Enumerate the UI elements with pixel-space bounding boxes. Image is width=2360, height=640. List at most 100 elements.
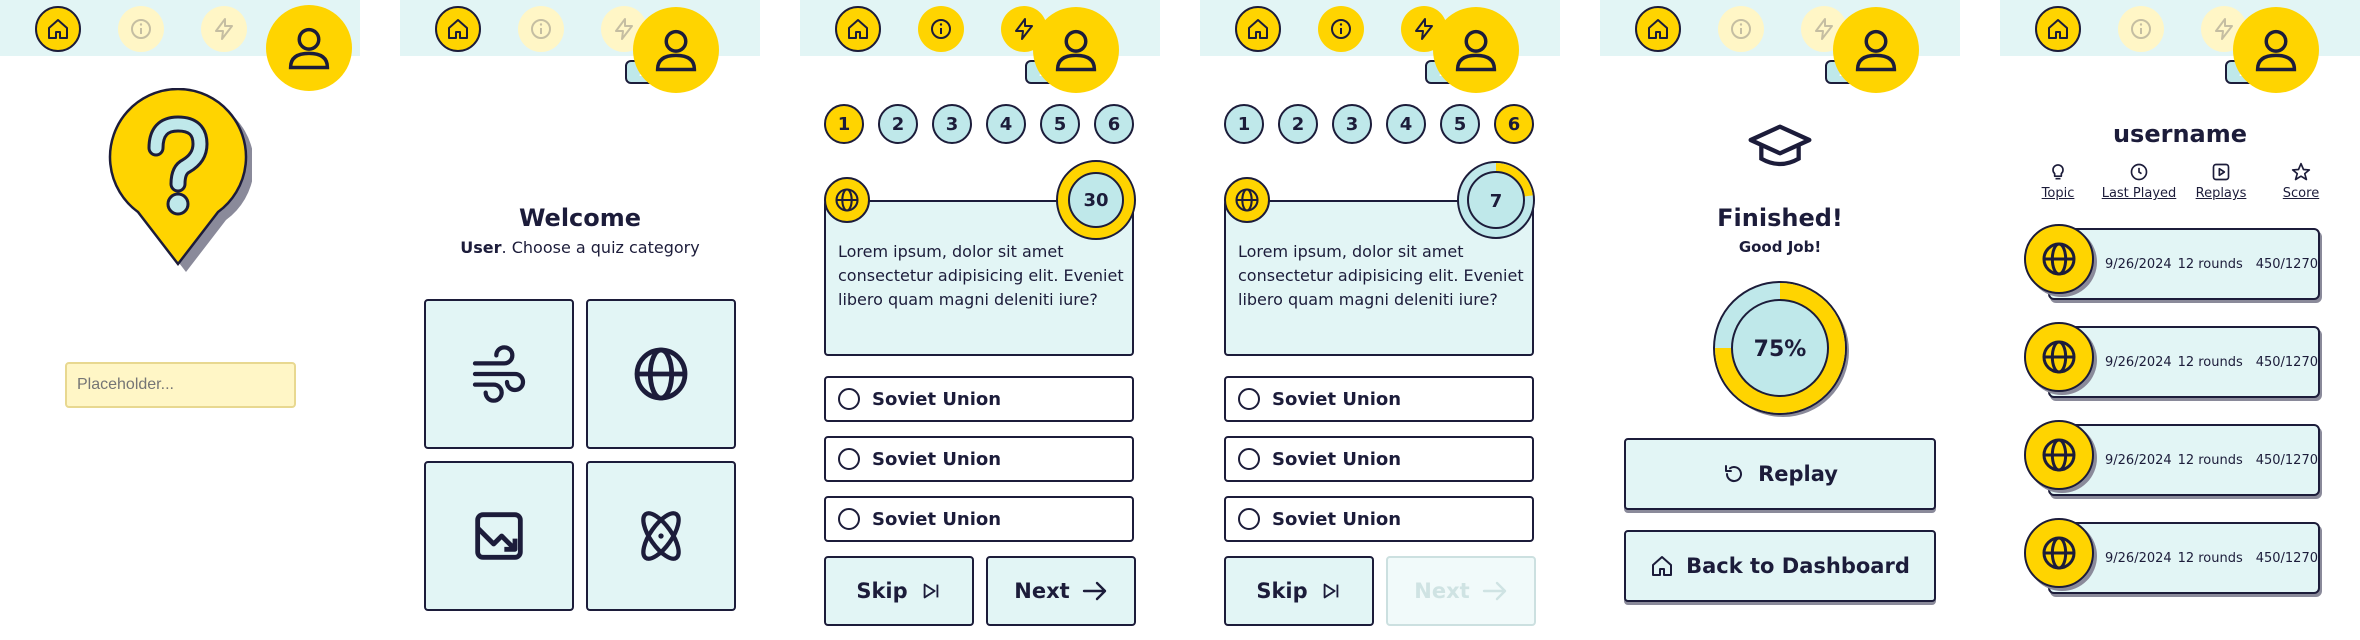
- history-row[interactable]: 9/26/2024 12 rounds 450/1270: [2024, 420, 2320, 498]
- history-topic-badge: [2024, 518, 2094, 588]
- play-square-icon: [2212, 163, 2230, 181]
- next-button-disabled[interactable]: Next: [1386, 556, 1536, 626]
- history-topic-badge: [2024, 420, 2094, 490]
- home-nav-button[interactable]: [1635, 6, 1681, 52]
- profile-avatar-button[interactable]: [1433, 7, 1519, 93]
- profile-avatar-button[interactable]: [266, 5, 352, 91]
- timer: 7: [1457, 161, 1535, 239]
- info-nav-button[interactable]: [118, 6, 164, 52]
- info-nav-button[interactable]: [518, 6, 564, 52]
- skip-label: Skip: [1256, 579, 1308, 603]
- radio-circle[interactable]: [1238, 388, 1260, 410]
- user-icon: [650, 24, 702, 76]
- skip-forward-icon: [1323, 583, 1338, 599]
- answer-option-2[interactable]: Soviet Union: [1224, 436, 1534, 482]
- skip-button[interactable]: Skip: [1224, 556, 1374, 626]
- step-2[interactable]: 2: [1278, 104, 1318, 144]
- answer-option-1[interactable]: Soviet Union: [1224, 376, 1534, 422]
- step-6[interactable]: 6: [1094, 104, 1134, 144]
- lightning-icon: [1012, 17, 1036, 41]
- back-to-dashboard-button[interactable]: Back to Dashboard: [1624, 530, 1936, 602]
- step-4[interactable]: 4: [1386, 104, 1426, 144]
- question-text: Lorem ipsum, dolor sit amet consectetur …: [1238, 242, 1524, 309]
- quiz-nav-button[interactable]: [201, 6, 247, 52]
- radio-circle[interactable]: [1238, 508, 1260, 530]
- timer-value: 7: [1490, 191, 1503, 212]
- profile-username: username: [2112, 120, 2248, 148]
- globe-icon: [2039, 337, 2079, 377]
- option-label: Soviet Union: [872, 448, 1002, 470]
- history-topic-badge: [2024, 224, 2094, 294]
- user-icon: [2250, 24, 2302, 76]
- sort-last-played-button[interactable]: Last Played: [2094, 162, 2184, 201]
- answer-option-3[interactable]: Soviet Union: [824, 496, 1134, 542]
- step-6[interactable]: 6: [1494, 104, 1534, 144]
- name-input[interactable]: [65, 362, 296, 408]
- radio-circle[interactable]: [838, 388, 860, 410]
- history-rounds: 12 rounds: [2177, 256, 2243, 272]
- history-row[interactable]: 9/26/2024 12 rounds 450/1270: [2024, 322, 2320, 400]
- home-nav-button[interactable]: [1235, 6, 1281, 52]
- option-label: Soviet Union: [872, 388, 1002, 410]
- wind-icon: [472, 345, 526, 403]
- radio-circle[interactable]: [1238, 448, 1260, 470]
- sort-topic-button[interactable]: Topic: [2013, 162, 2103, 201]
- answer-option-2[interactable]: Soviet Union: [824, 436, 1134, 482]
- category-wind-tile[interactable]: [424, 299, 574, 449]
- subtitle-text: . Choose a quiz category: [501, 238, 700, 257]
- category-science-tile[interactable]: [586, 461, 736, 611]
- home-icon: [46, 17, 70, 41]
- step-4[interactable]: 4: [986, 104, 1026, 144]
- category-image-tile[interactable]: [424, 461, 574, 611]
- info-nav-button[interactable]: [2118, 6, 2164, 52]
- lightbulb-icon: [2052, 164, 2064, 180]
- home-nav-button[interactable]: [435, 6, 481, 52]
- step-1[interactable]: 1: [1224, 104, 1264, 144]
- screen-start: [0, 0, 360, 640]
- lightning-icon: [1412, 17, 1436, 41]
- step-3[interactable]: 3: [932, 104, 972, 144]
- welcome-title: Welcome: [518, 204, 642, 232]
- globe-icon: [1233, 186, 1261, 214]
- sort-score-button[interactable]: Score: [2256, 162, 2346, 201]
- info-nav-button[interactable]: [1718, 6, 1764, 52]
- profile-avatar-button[interactable]: [1033, 7, 1119, 93]
- globe-icon: [2039, 239, 2079, 279]
- radio-circle[interactable]: [838, 448, 860, 470]
- step-2[interactable]: 2: [878, 104, 918, 144]
- option-label: Soviet Union: [1272, 508, 1402, 530]
- graduation-cap-icon: [1748, 124, 1812, 167]
- column-topic-label: Topic: [2041, 186, 2075, 201]
- next-button[interactable]: Next: [986, 556, 1136, 626]
- history-row[interactable]: 9/26/2024 12 rounds 450/1270: [2024, 518, 2320, 596]
- home-nav-button[interactable]: [35, 6, 81, 52]
- home-nav-button[interactable]: [835, 6, 881, 52]
- skip-button[interactable]: Skip: [824, 556, 974, 626]
- step-3[interactable]: 3: [1332, 104, 1372, 144]
- answer-option-1[interactable]: Soviet Union: [824, 376, 1134, 422]
- column-score-label: Score: [2282, 186, 2320, 201]
- radio-circle[interactable]: [838, 508, 860, 530]
- step-1[interactable]: 1: [824, 104, 864, 144]
- user-icon: [1450, 24, 1502, 76]
- info-nav-button[interactable]: [918, 6, 964, 52]
- globe-icon: [629, 342, 693, 406]
- star-icon: [2291, 162, 2311, 181]
- user-name-label: User: [460, 238, 502, 257]
- category-badge: [824, 177, 870, 223]
- replay-button[interactable]: Replay: [1624, 438, 1936, 510]
- profile-avatar-button[interactable]: [1833, 7, 1919, 93]
- next-label: Next: [1414, 579, 1470, 603]
- home-nav-button[interactable]: [2035, 6, 2081, 52]
- profile-avatar-button[interactable]: [633, 7, 719, 93]
- step-5[interactable]: 5: [1440, 104, 1480, 144]
- replay-icon: [1725, 465, 1743, 483]
- profile-avatar-button[interactable]: [2233, 7, 2319, 93]
- finished-title: Finished!: [1717, 204, 1843, 232]
- info-nav-button[interactable]: [1318, 6, 1364, 52]
- step-5[interactable]: 5: [1040, 104, 1080, 144]
- history-row[interactable]: 9/26/2024 12 rounds 450/1270: [2024, 224, 2320, 302]
- sort-replays-button[interactable]: Replays: [2176, 162, 2266, 201]
- category-geography-tile[interactable]: [586, 299, 736, 449]
- answer-option-3[interactable]: Soviet Union: [1224, 496, 1534, 542]
